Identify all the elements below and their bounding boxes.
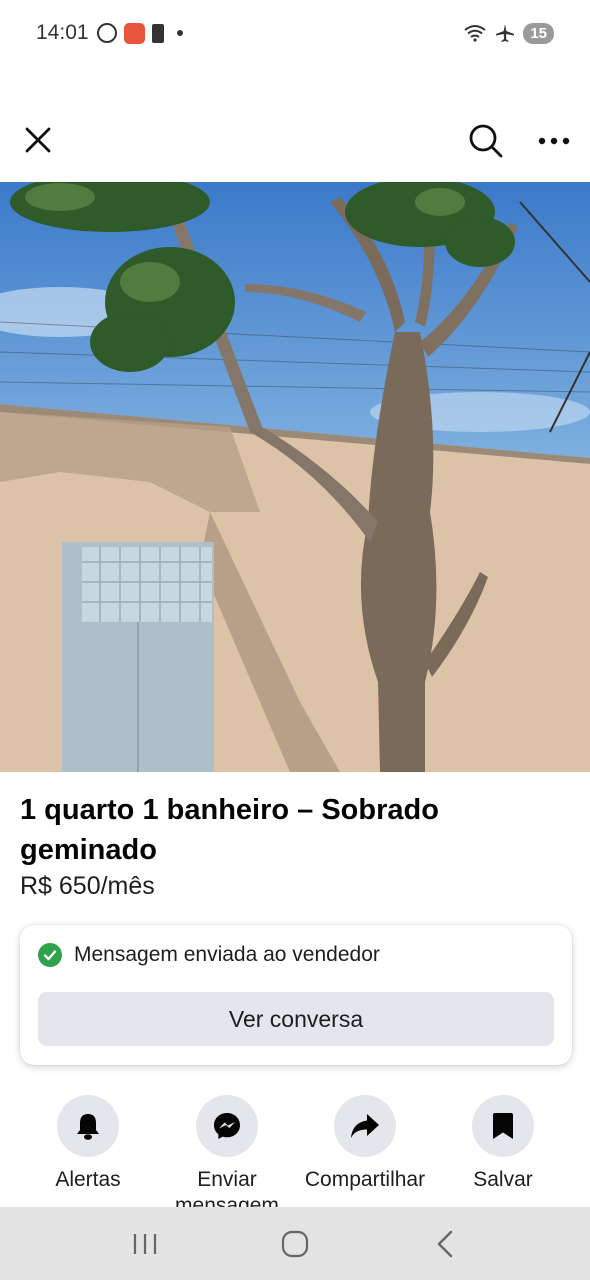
status-notification-icons (96, 22, 183, 44)
airplane-mode-icon (496, 24, 515, 42)
message-sent-card: Mensagem enviada ao vendedor Ver convers… (20, 925, 572, 1065)
more-options-button[interactable] (533, 120, 575, 162)
close-icon (25, 127, 51, 153)
send-message-label: Enviar mensagem (175, 1168, 279, 1207)
battery-icon: 15 (523, 22, 554, 44)
status-left: 14:01 (36, 21, 183, 45)
home-icon (281, 1230, 309, 1257)
top-bar (0, 110, 590, 172)
message-status-text: Mensagem enviada ao vendedor (74, 943, 380, 966)
battery-alert-icon (151, 23, 164, 43)
search-icon (469, 124, 503, 158)
back-button[interactable] (415, 1219, 475, 1269)
whatsapp-icon (96, 23, 117, 43)
save-button[interactable]: Salvar (433, 1095, 573, 1193)
check-circle-icon (38, 943, 62, 967)
share-button[interactable]: Compartilhar (295, 1095, 435, 1193)
listing-photo-image (0, 182, 590, 772)
back-icon (437, 1230, 453, 1257)
send-message-button[interactable]: Enviar mensagem (157, 1095, 297, 1207)
bell-icon (57, 1095, 119, 1157)
bookmark-icon (472, 1095, 534, 1157)
share-icon (334, 1095, 396, 1157)
app-notification-icon (123, 22, 145, 44)
message-status: Mensagem enviada ao vendedor (38, 943, 380, 967)
alerts-button[interactable]: Alertas (18, 1095, 158, 1193)
recent-apps-icon (133, 1233, 157, 1254)
view-conversation-button[interactable]: Ver conversa (38, 992, 554, 1046)
search-button[interactable] (465, 120, 507, 162)
system-nav-bar (0, 1207, 590, 1280)
share-label: Compartilhar (304, 1168, 426, 1191)
home-button[interactable] (265, 1219, 325, 1269)
status-time: 14:01 (36, 21, 89, 44)
listing-title: 1 quarto 1 banheiro – Sobrado geminado (20, 794, 439, 866)
listing-price: R$ 650/mês (20, 872, 155, 900)
recent-apps-button[interactable] (115, 1219, 175, 1269)
wifi-icon (464, 25, 486, 42)
save-label: Salvar (473, 1168, 533, 1191)
alerts-label: Alertas (55, 1168, 121, 1191)
close-button[interactable] (18, 120, 58, 160)
listing-photo[interactable] (0, 182, 590, 772)
messenger-icon (196, 1095, 258, 1157)
action-row: Alertas Enviar mensagem Compartilhar Sal… (0, 1095, 590, 1207)
notification-dot-icon (176, 30, 183, 36)
status-right: 15 (463, 22, 554, 44)
status-bar: 14:01 15 (0, 0, 590, 66)
more-icon (538, 137, 570, 145)
